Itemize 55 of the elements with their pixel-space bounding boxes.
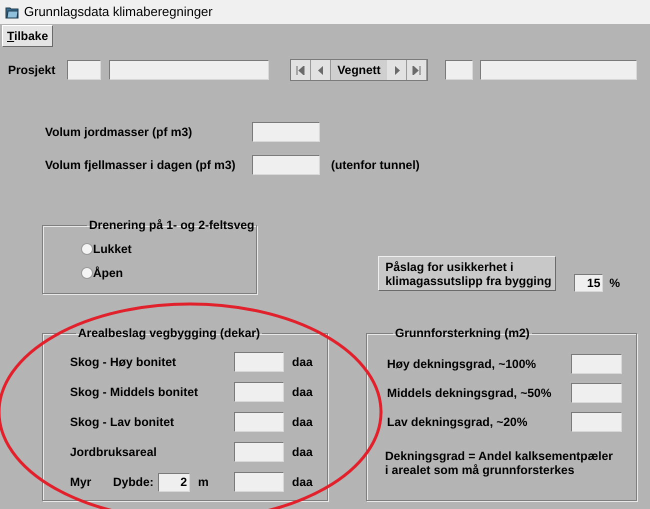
percent-unit: % — [609, 275, 620, 292]
input-field[interactable] — [571, 383, 622, 403]
first-icon — [296, 66, 305, 74]
group-title: Arealbeslag vegbygging (dekar) — [77, 325, 262, 342]
area-unit: daa — [292, 354, 313, 371]
next-icon — [394, 66, 400, 74]
input-field[interactable] — [252, 122, 320, 142]
volume-note: (utenfor tunnel) — [331, 156, 420, 174]
input-field[interactable] — [234, 352, 284, 372]
window-icon — [5, 6, 19, 18]
input-field[interactable] — [571, 412, 622, 432]
input-field[interactable] — [234, 442, 284, 462]
input-field[interactable] — [571, 354, 622, 374]
input-field[interactable] — [234, 382, 284, 402]
depth-unit: m — [198, 474, 209, 491]
area-label: Jordbruksareal — [70, 444, 157, 461]
area-label: Skog - Middels bonitet — [70, 384, 198, 401]
group-title: Grunnforsterkning (m2) — [394, 325, 531, 342]
input-field[interactable]: 15 — [574, 274, 604, 292]
uncertainty-button[interactable]: Påslag for usikkerhet i klimagassutslipp fra bygging — [378, 256, 556, 291]
group-title: Drenering på 1- og 2-feltsveg — [88, 217, 256, 234]
input-field[interactable] — [252, 154, 320, 174]
back-button[interactable]: Tilbake — [2, 25, 54, 47]
first-record-button[interactable] — [291, 60, 311, 80]
area-unit: daa — [292, 444, 313, 461]
input-field[interactable] — [109, 60, 269, 80]
input-field[interactable] — [234, 472, 284, 492]
input-field[interactable] — [234, 412, 284, 432]
last-icon — [412, 66, 421, 74]
navigator-label: Vegnett — [336, 62, 382, 79]
window-title: Grunnlagsdata klimaberegninger — [24, 3, 213, 22]
coverage-label: Middels dekningsgrad, ~50% — [387, 385, 552, 402]
volume-label: Volum jordmasser (pf m3) — [45, 124, 194, 140]
coverage-label: Høy dekningsgrad, ~100% — [387, 356, 538, 373]
input-field[interactable] — [480, 60, 637, 80]
previous-record-button[interactable] — [311, 60, 331, 80]
depth-field[interactable]: 2 — [158, 472, 190, 492]
input-field[interactable] — [67, 60, 101, 80]
coverage-note: Dekningsgrad = Andel kalksementpæler i arealet som må grunnforsterkes — [385, 449, 613, 477]
area-unit: daa — [292, 384, 313, 401]
depth-label: Dybde: — [113, 474, 155, 491]
radio-option[interactable]: Lukket — [81, 240, 132, 258]
volume-label: Volum fjellmasser i dagen (pf m3) — [45, 156, 236, 174]
previous-icon — [318, 66, 324, 74]
coverage-label: Lav dekningsgrad, ~20% — [387, 414, 528, 431]
input-field[interactable] — [445, 60, 473, 80]
area-label: Skog - Lav bonitet — [70, 414, 174, 431]
last-record-button[interactable] — [407, 60, 427, 80]
radio-option[interactable]: Åpen — [81, 264, 123, 282]
area-label: Skog - Høy bonitet — [70, 354, 176, 371]
area-label: Myr — [70, 474, 92, 491]
next-record-button[interactable] — [387, 60, 407, 80]
area-unit: daa — [292, 414, 313, 431]
area-unit: daa — [292, 474, 313, 491]
project-label: Prosjekt — [8, 62, 56, 79]
